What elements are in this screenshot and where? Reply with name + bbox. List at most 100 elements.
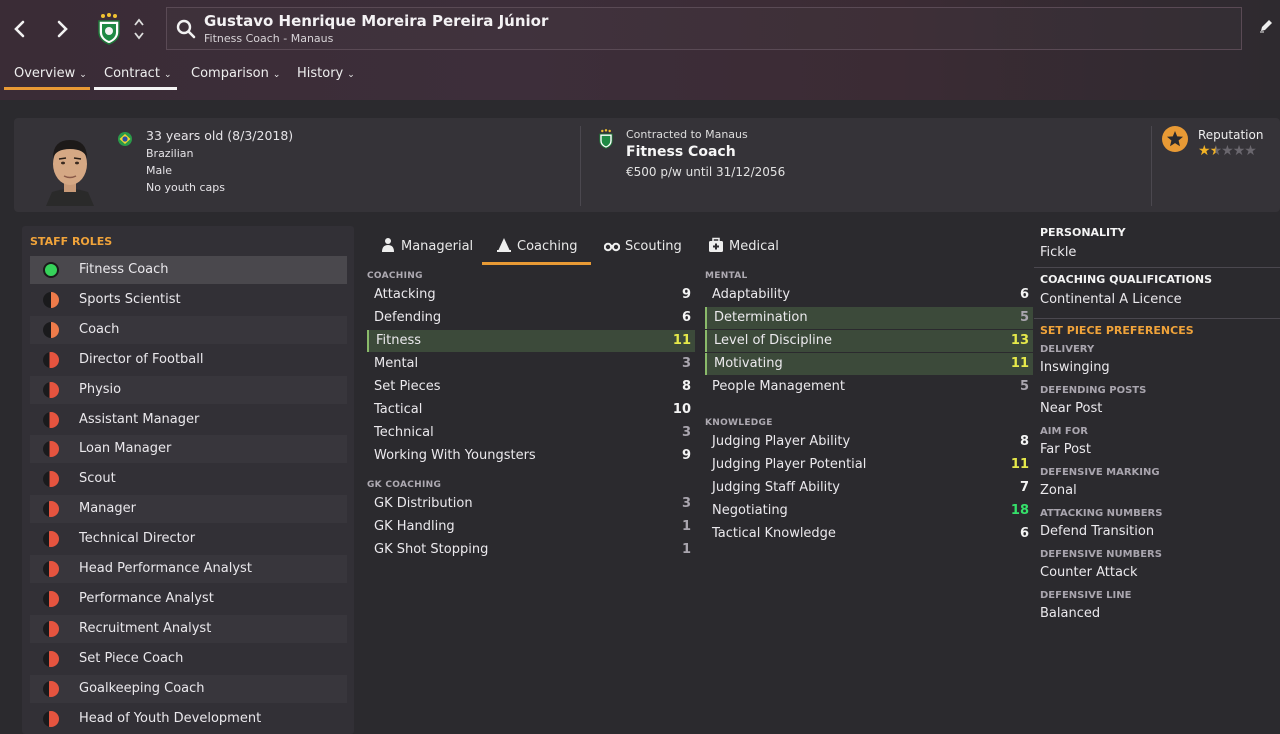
role-suitability-icon — [43, 411, 59, 428]
top-bar: Gustavo Henrique Moreira Pereira Júnior … — [0, 0, 1280, 100]
tab-overview[interactable]: Overview ⌄ — [4, 62, 90, 90]
attribute-name: Fitness — [376, 333, 422, 348]
set-piece-value: Zonal — [1040, 483, 1077, 498]
role-label: Physio — [79, 381, 122, 397]
search-box[interactable]: Gustavo Henrique Moreira Pereira Júnior … — [166, 7, 1242, 50]
role-suitability-icon — [43, 680, 59, 697]
attribute-row[interactable]: Set Pieces 8 — [367, 376, 695, 398]
role-suitability-icon — [43, 381, 59, 398]
contract-wage: €500 p/w until 31/12/2056 — [626, 165, 786, 179]
back-arrow-icon[interactable] — [6, 14, 34, 44]
attribute-row[interactable]: Technical 3 — [367, 422, 695, 444]
attribute-value: 3 — [681, 496, 691, 511]
attribute-row[interactable]: Defending 6 — [367, 307, 695, 329]
attribute-value: 13 — [1010, 333, 1029, 348]
attribute-row[interactable]: Tactical Knowledge 6 — [705, 523, 1033, 545]
role-row[interactable]: Goalkeeping Coach — [30, 674, 347, 703]
tab-comparison[interactable]: Comparison ⌄ — [181, 62, 281, 90]
role-row[interactable]: Director of Football — [30, 346, 347, 374]
binoculars-icon — [603, 237, 621, 253]
set-piece-value: Near Post — [1040, 401, 1103, 416]
role-row[interactable]: Manager — [30, 495, 347, 524]
attribute-row[interactable]: GK Shot Stopping 1 — [367, 539, 695, 561]
role-label: Recruitment Analyst — [79, 620, 212, 636]
role-label: Scout — [79, 471, 116, 487]
club-badge-icon[interactable] — [96, 12, 122, 46]
tab-history[interactable]: History ⌄ — [287, 62, 367, 90]
attribute-row[interactable]: Level of Discipline 13 — [705, 330, 1033, 352]
gender-info: Male — [146, 164, 173, 177]
attribute-name: GK Handling — [374, 519, 455, 534]
attribute-row[interactable]: Tactical 10 — [367, 399, 695, 421]
profile-header-card: 33 years old (8/3/2018) Brazilian Male N… — [14, 118, 1280, 212]
role-row[interactable]: Technical Director — [30, 525, 347, 553]
attribute-row[interactable]: Judging Player Potential 11 — [705, 454, 1033, 476]
attribute-row[interactable]: Adaptability 6 — [705, 284, 1033, 306]
role-suitability-icon — [43, 531, 59, 548]
star-icon: ★ — [1232, 143, 1246, 159]
attribute-row[interactable]: Motivating 11 — [705, 353, 1033, 375]
role-row[interactable]: Sports Scientist — [30, 286, 347, 314]
tab-contract[interactable]: Contract ⌄ — [94, 62, 177, 90]
role-label: Manager — [79, 501, 136, 517]
role-row[interactable]: Recruitment Analyst — [30, 614, 347, 643]
tab-medical[interactable]: Medical — [708, 230, 798, 265]
attribute-row[interactable]: GK Distribution 3 — [367, 493, 695, 515]
reputation-label: Reputation — [1198, 128, 1264, 142]
attribute-row[interactable]: Negotiating 18 — [705, 500, 1033, 522]
role-row[interactable]: Fitness Coach — [30, 256, 347, 284]
attribute-name: Attacking — [374, 287, 436, 302]
attribute-name: Determination — [714, 310, 808, 325]
divider — [1034, 267, 1280, 268]
tab-managerial[interactable]: Managerial — [380, 230, 490, 265]
role-row[interactable]: Performance Analyst — [30, 585, 347, 613]
attribute-value: 1 — [681, 519, 691, 534]
up-down-arrows-icon[interactable] — [132, 14, 146, 44]
tab-contract-label: Contract — [104, 66, 160, 81]
set-piece-value: Balanced — [1040, 606, 1101, 621]
attribute-row[interactable]: Judging Staff Ability 7 — [705, 477, 1033, 499]
attribute-value: 6 — [681, 310, 691, 325]
nationality-info: Brazilian — [146, 147, 194, 160]
role-row[interactable]: Physio — [30, 375, 347, 404]
attribute-row[interactable]: Fitness 11 — [367, 330, 695, 352]
attribute-value: 9 — [681, 287, 691, 302]
tab-scouting[interactable]: Scouting — [603, 230, 694, 265]
attribute-value: 8 — [681, 379, 691, 394]
attribute-row[interactable]: Attacking 9 — [367, 284, 695, 306]
attribute-name: Mental — [374, 356, 419, 371]
attribute-row[interactable]: Mental 3 — [367, 353, 695, 375]
forward-arrow-icon[interactable] — [48, 14, 76, 44]
divider — [1034, 318, 1280, 319]
role-row[interactable]: Head of Youth Development — [30, 705, 347, 733]
gk_coaching-section-title: GK COACHING — [367, 480, 442, 490]
attribute-row[interactable]: Judging Player Ability 8 — [705, 431, 1033, 453]
edit-pencil-icon[interactable] — [1258, 18, 1274, 34]
attribute-row[interactable]: Working With Youngsters 9 — [367, 445, 695, 467]
attribute-name: Judging Staff Ability — [712, 480, 840, 495]
role-row[interactable]: Assistant Manager — [30, 406, 347, 434]
search-icon[interactable] — [175, 18, 197, 40]
attribute-value: 1 — [681, 542, 691, 557]
brazil-flag-icon — [118, 132, 132, 146]
attribute-value: 11 — [1010, 356, 1029, 371]
chevron-down-icon: ⌄ — [272, 70, 281, 80]
attribute-value: 7 — [1019, 480, 1029, 495]
role-row[interactable]: Head Performance Analyst — [30, 555, 347, 583]
attribute-name: Set Pieces — [374, 379, 441, 394]
mental-section-title: MENTAL — [705, 271, 748, 281]
attribute-row[interactable]: Determination 5 — [705, 307, 1033, 329]
role-suitability-icon — [43, 590, 59, 607]
attribute-row[interactable]: GK Handling 1 — [367, 516, 695, 538]
role-row[interactable]: Loan Manager — [30, 435, 347, 464]
role-row[interactable]: Coach — [30, 315, 347, 344]
role-row[interactable]: Scout — [30, 465, 347, 493]
role-label: Sports Scientist — [79, 291, 181, 307]
contracted-to: Contracted to Manaus — [626, 128, 748, 141]
tab-coaching[interactable]: Coaching — [482, 230, 591, 265]
attribute-row[interactable]: People Management 5 — [705, 376, 1033, 398]
attribute-name: Defending — [374, 310, 442, 325]
set-piece-label: DEFENSIVE LINE — [1040, 590, 1132, 601]
staff-roles-panel: STAFF ROLES Fitness Coach Sports Scientis… — [22, 226, 354, 734]
role-row[interactable]: Set Piece Coach — [30, 645, 347, 673]
